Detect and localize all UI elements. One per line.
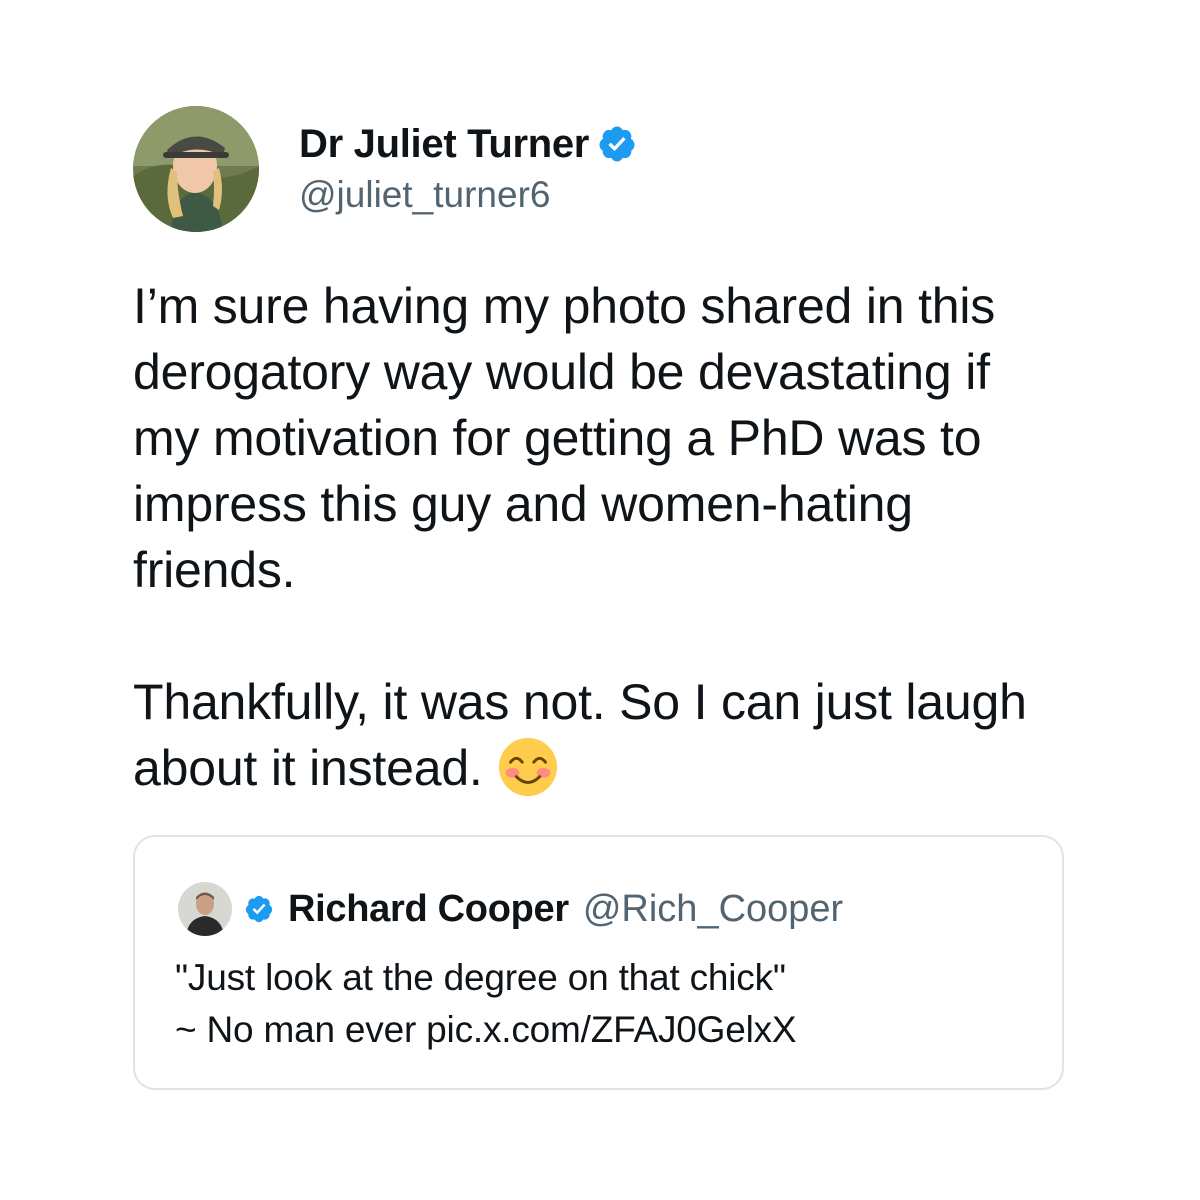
tweet-paragraph-2-text: Thankfully, it was not. So I can just la… (133, 674, 1027, 796)
quoted-tweet-text: "Just look at the degree on that chick" … (175, 952, 797, 1056)
quoted-author-avatar[interactable] (178, 882, 232, 936)
author-names: Dr Juliet Turner @juliet_turner6 (299, 119, 637, 219)
tweet-card: Dr Juliet Turner @juliet_turner6 I’m sur… (133, 105, 1068, 801)
author-avatar-image (133, 106, 259, 232)
quoted-author-avatar-image (178, 882, 232, 936)
quoted-verified-badge-icon (245, 895, 273, 923)
quoted-author-handle[interactable]: @Rich_Cooper (583, 888, 843, 931)
tweet-paragraph-2: Thankfully, it was not. So I can just la… (133, 669, 1068, 801)
quoted-tweet-header: Richard Cooper @Rich_Cooper (178, 881, 843, 937)
tweet-paragraph-1: I’m sure having my photo shared in this … (133, 278, 996, 598)
author-handle[interactable]: @juliet_turner6 (299, 171, 637, 219)
tweet-text: I’m sure having my photo shared in this … (133, 273, 1068, 801)
author-display-name[interactable]: Dr Juliet Turner (299, 119, 589, 169)
author-name-row: Dr Juliet Turner (299, 119, 637, 169)
quoted-tweet-card[interactable]: Richard Cooper @Rich_Cooper "Just look a… (133, 835, 1064, 1090)
author-avatar[interactable] (133, 106, 259, 232)
tweet-header: Dr Juliet Turner @juliet_turner6 (133, 105, 1068, 233)
verified-badge-icon (599, 126, 635, 162)
quoted-tweet-line-2: ~ No man ever pic.x.com/ZFAJ0GelxX (175, 1009, 797, 1050)
quoted-tweet-line-1: "Just look at the degree on that chick" (175, 957, 786, 998)
quoted-author-display-name[interactable]: Richard Cooper (288, 888, 569, 931)
smiling-face-emoji-icon (498, 737, 557, 796)
